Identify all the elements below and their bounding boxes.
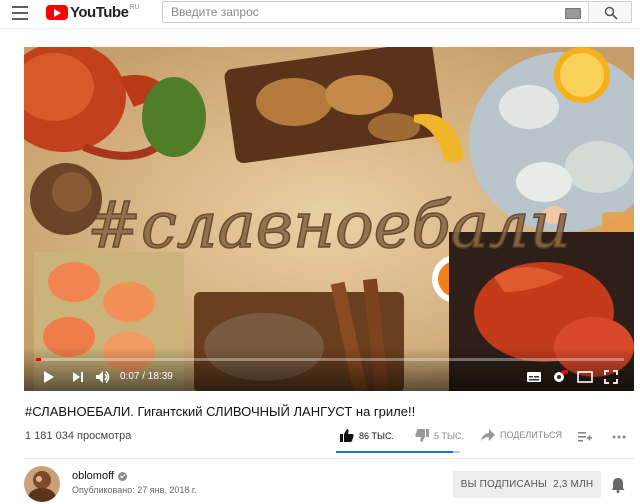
subtitles-icon[interactable] [526, 370, 542, 384]
search-box [162, 1, 594, 23]
search-icon [604, 6, 618, 20]
youtube-logo[interactable]: YouTube RU [46, 4, 140, 22]
volume-icon[interactable] [95, 370, 111, 384]
progress-bar[interactable] [36, 358, 624, 361]
time-display: 0:07 / 18:39 [120, 371, 173, 382]
progress-played [36, 358, 41, 361]
search-input[interactable] [163, 2, 561, 22]
video-title: #СЛАВНОЕБАЛИ. Гигантский СЛИВОЧНЫЙ ЛАНГУ… [25, 404, 416, 419]
youtube-logo-icon [46, 5, 68, 20]
dislike-icon [415, 429, 429, 442]
logo-text: YouTube [70, 4, 129, 21]
fullscreen-icon[interactable] [604, 370, 618, 384]
share-icon [481, 429, 495, 441]
publish-date: Опубликовано: 27 янв. 2018 г. [72, 485, 197, 495]
dislike-button[interactable]: 5 ТЫС. [415, 429, 464, 442]
like-count: 86 ТЫС. [359, 430, 394, 441]
like-button[interactable]: 86 ТЫС. [340, 429, 394, 442]
channel-name-text: oblomoff [72, 470, 114, 482]
add-to-playlist-icon[interactable] [578, 431, 592, 443]
controls-gradient [24, 347, 634, 391]
keyboard-icon[interactable] [565, 8, 581, 19]
menu-icon[interactable] [12, 6, 28, 20]
play-icon[interactable] [42, 370, 56, 384]
share-label: ПОДЕЛИТЬСЯ [500, 430, 562, 440]
masthead: YouTube RU [0, 0, 640, 29]
sentiment-bar [336, 451, 460, 453]
subscribe-label: ВЫ ПОДПИСАНЫ [460, 479, 548, 490]
settings-icon[interactable] [552, 370, 568, 384]
more-icon[interactable] [612, 431, 626, 443]
overlay-hashtag: #славноебали [87, 189, 570, 263]
miniplayer-icon[interactable] [577, 370, 593, 384]
channel-name[interactable]: oblomoff [72, 470, 127, 482]
channel-avatar[interactable] [24, 466, 60, 502]
verified-icon [118, 471, 127, 481]
search-button[interactable] [588, 1, 632, 23]
bell-icon[interactable] [611, 477, 625, 493]
like-icon [340, 429, 354, 442]
share-button[interactable]: ПОДЕЛИТЬСЯ [481, 429, 562, 441]
view-count: 1 181 034 просмотра [25, 430, 132, 442]
divider [24, 458, 634, 459]
dislike-count: 5 ТЫС. [434, 430, 464, 441]
subscribed-button[interactable]: ВЫ ПОДПИСАНЫ 2,3 МЛН [453, 471, 601, 498]
video-player[interactable]: #славноебали 0:07 / 18:39 [24, 47, 634, 391]
next-icon[interactable] [71, 370, 85, 384]
video-frame: #славноебали [24, 47, 634, 391]
sentiment-like-fill [336, 451, 454, 453]
subscriber-count: 2,3 МЛН [553, 479, 594, 490]
logo-country: RU [129, 4, 140, 11]
